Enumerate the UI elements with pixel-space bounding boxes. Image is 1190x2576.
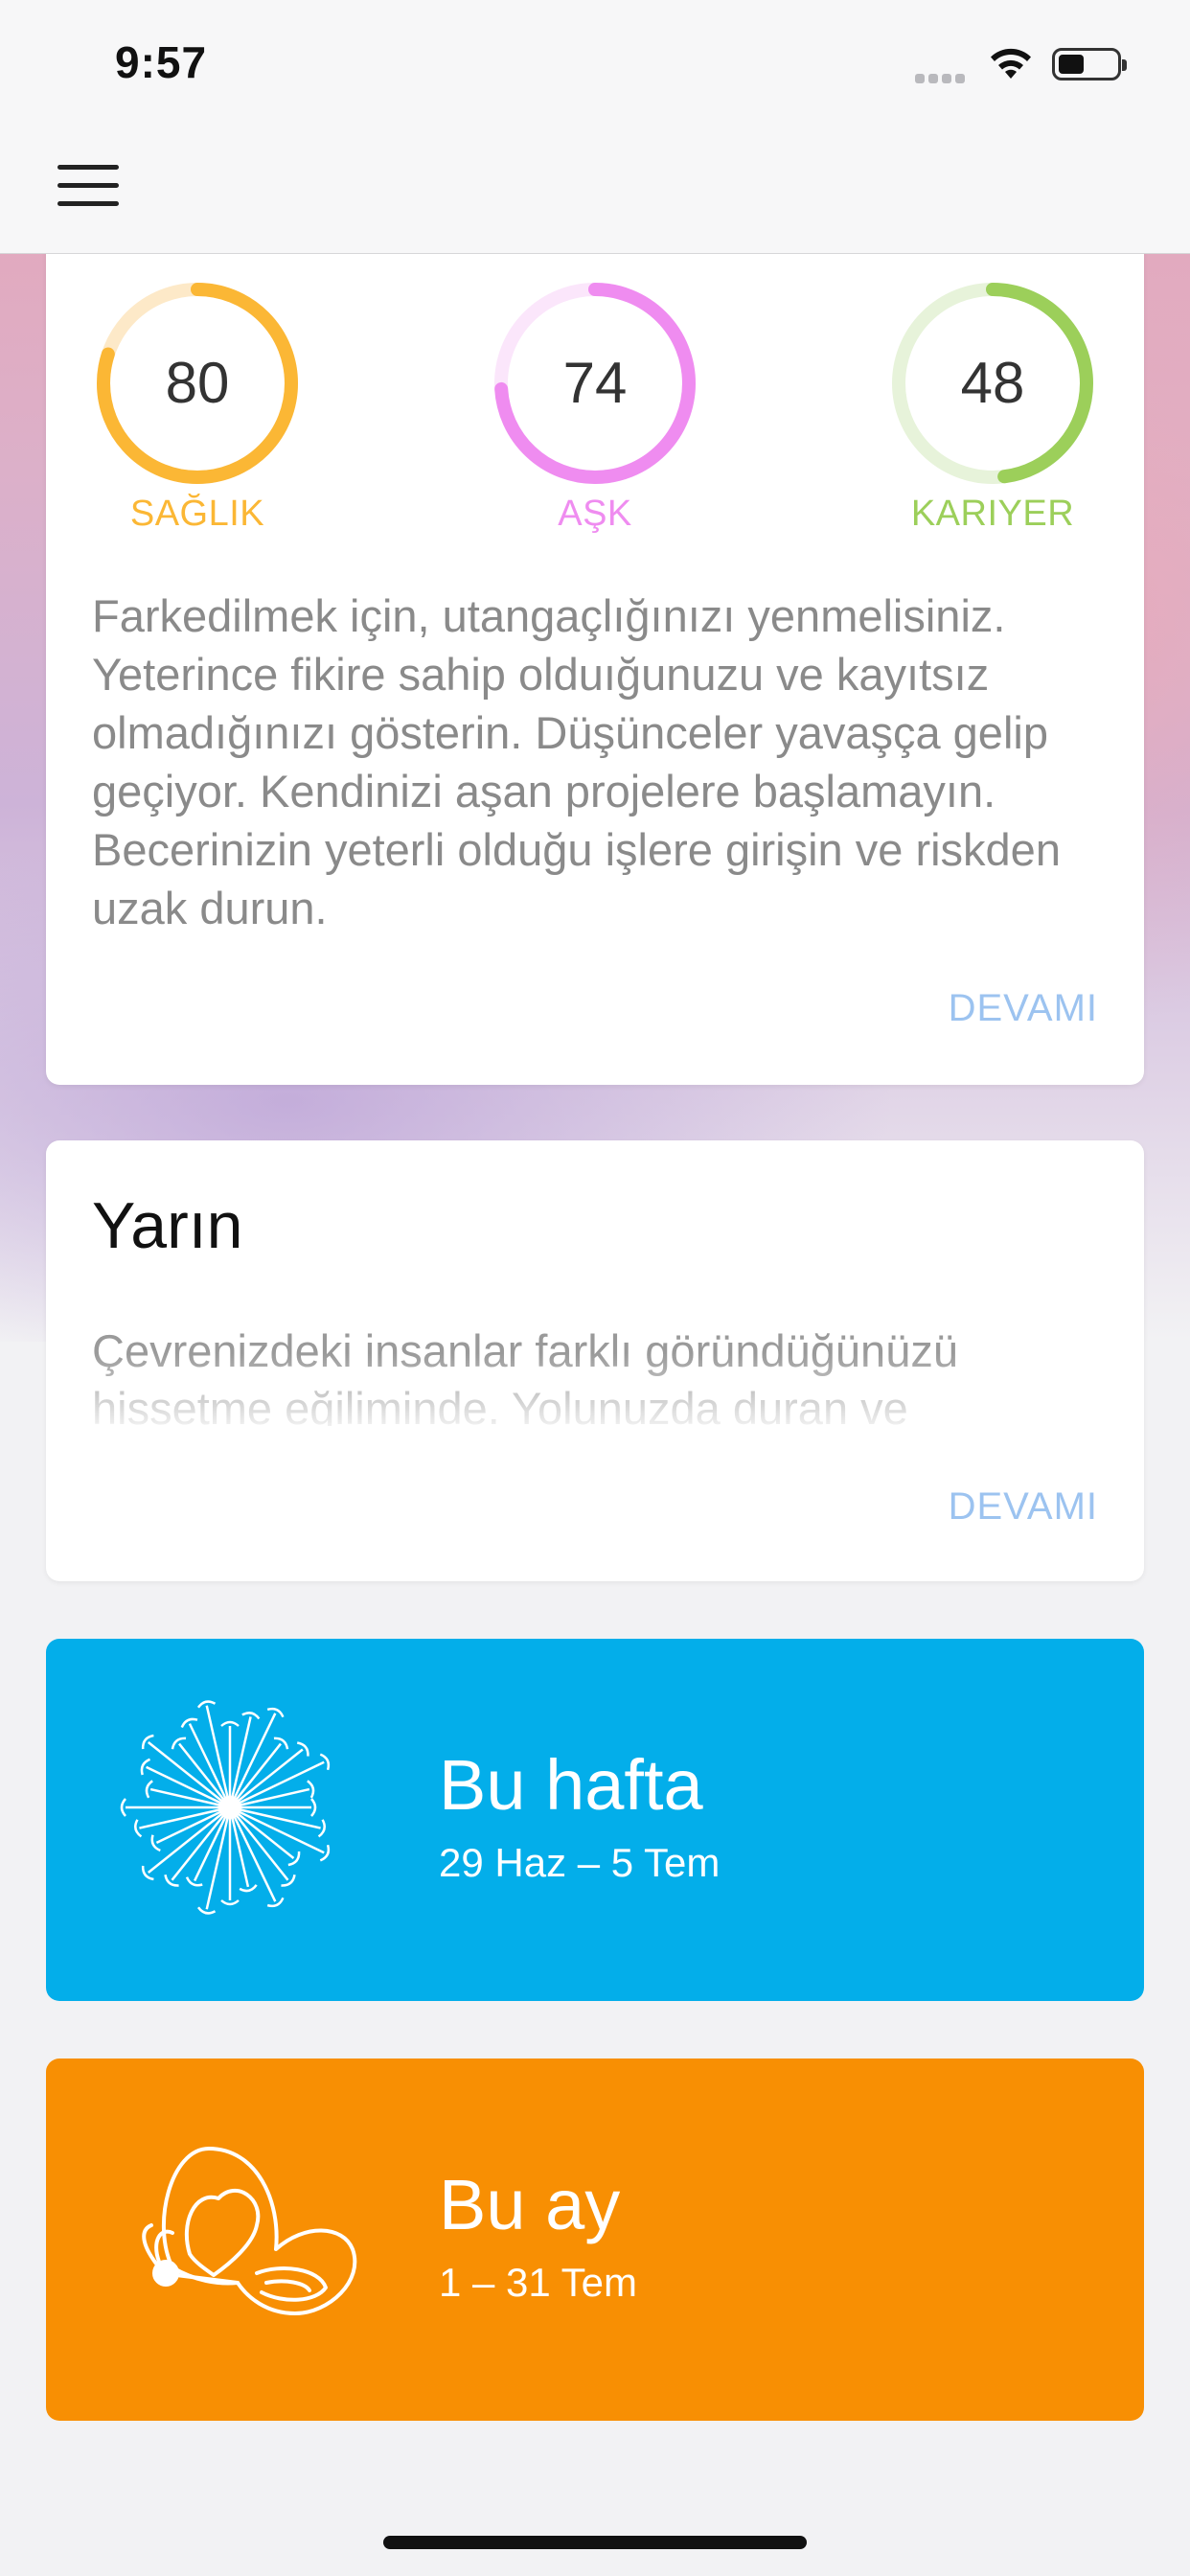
this-week-card[interactable]: Bu hafta 29 Haz – 5 Tem [46, 1639, 1144, 2001]
tomorrow-title: Yarın [92, 1189, 243, 1262]
today-description: Farkedilmek için, utangaçlığınızı yenmel… [92, 590, 1061, 933]
menu-button[interactable] [57, 165, 121, 211]
navigation-bar: 9:57 [0, 0, 1190, 254]
dandelion-icon [113, 1690, 372, 1949]
month-title: Bu ay [439, 2165, 621, 2244]
month-range: 1 – 31 Tem [439, 2260, 638, 2305]
health-score-value: 80 [165, 351, 230, 415]
today-card: 80 SAĞLIK 74 AŞK 48 KARIYER Farkedilmek … [46, 192, 1144, 1085]
tomorrow-card[interactable]: Yarın Çevrenizdeki insanlar farklı görün… [46, 1140, 1144, 1581]
career-score-ring: 48 [887, 278, 1098, 489]
health-score-ring: 80 [92, 278, 303, 489]
hamburger-icon [57, 165, 119, 170]
tomorrow-more-button[interactable]: DEVAMI [949, 1485, 1098, 1529]
love-score-label: AŞK [558, 494, 632, 534]
career-score-value: 48 [960, 351, 1025, 415]
battery-icon [1052, 48, 1127, 80]
home-indicator[interactable] [383, 2536, 807, 2549]
this-month-card[interactable]: Bu ay 1 – 31 Tem [46, 2058, 1144, 2421]
cellular-signal-icon [915, 71, 973, 83]
tomorrow-preview: Çevrenizdeki insanlar farklı göründüğünü… [92, 1325, 958, 1426]
status-time: 9:57 [115, 37, 208, 87]
week-title: Bu hafta [439, 1745, 703, 1825]
career-score-label: KARIYER [910, 494, 1075, 534]
love-score-value: 74 [562, 351, 628, 415]
health-score-label: SAĞLIK [129, 494, 265, 534]
love-score-ring: 74 [490, 278, 700, 489]
week-range: 29 Haz – 5 Tem [439, 1840, 721, 1885]
today-more-button[interactable]: DEVAMI [949, 987, 1098, 1030]
wifi-icon [987, 44, 1035, 82]
butterfly-icon [113, 2110, 372, 2369]
